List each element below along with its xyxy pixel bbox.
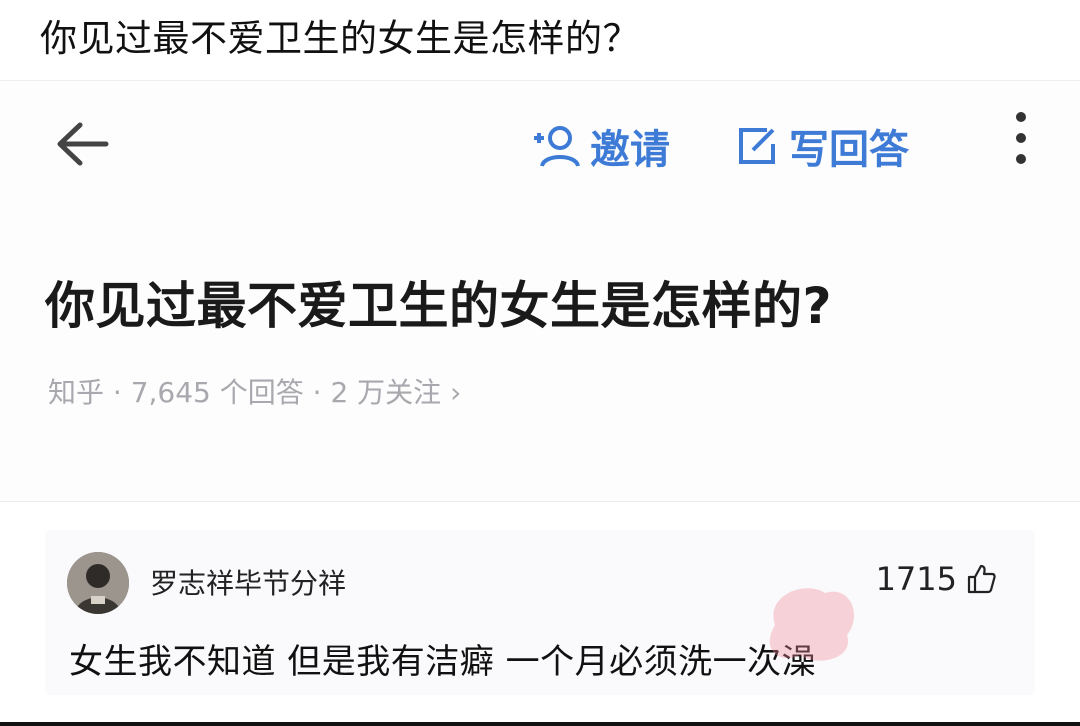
more-options-button[interactable] — [1010, 109, 1032, 167]
back-arrow-icon — [57, 122, 109, 166]
back-button[interactable] — [52, 119, 112, 169]
more-vertical-icon — [1016, 112, 1026, 164]
divider — [0, 722, 1080, 726]
post-caption: 你见过最不爱卫生的女生是怎样的？ — [40, 17, 640, 60]
avatar[interactable] — [67, 552, 129, 614]
invite-icon — [534, 126, 580, 167]
invite-button[interactable]: 邀请 — [530, 117, 670, 175]
edit-icon — [739, 128, 775, 164]
comment-text: 女生我不知道 但是我有洁癖 一个月必须洗一次澡 — [69, 642, 817, 682]
question-title[interactable]: 你见过最不爱卫生的女生是怎样的? — [45, 266, 832, 338]
comment-username[interactable]: 罗志祥毕节分祥 — [150, 562, 346, 602]
comment-card: 罗志祥毕节分祥 1715 女生我不知道 但是我有洁癖 一个月必须洗一次澡 — [45, 530, 1035, 695]
write-answer-button[interactable]: 写回答 — [735, 117, 909, 175]
like-button[interactable]: 1715 — [876, 560, 997, 598]
stamp-logo — [769, 588, 855, 661]
like-count: 1715 — [875, 560, 957, 598]
write-answer-label: 写回答 — [789, 127, 909, 173]
zhihu-question-screenshot: 邀请 写回答 你见过最不爱卫生的女生是怎样的? 知乎 · 7,645 个回答 ·… — [0, 80, 1080, 502]
avatar-image — [67, 552, 129, 614]
thumbs-up-icon — [967, 564, 996, 594]
question-meta[interactable]: 知乎 · 7,645 个回答 · 2 万关注 › — [48, 371, 461, 411]
invite-label: 邀请 — [590, 127, 670, 173]
